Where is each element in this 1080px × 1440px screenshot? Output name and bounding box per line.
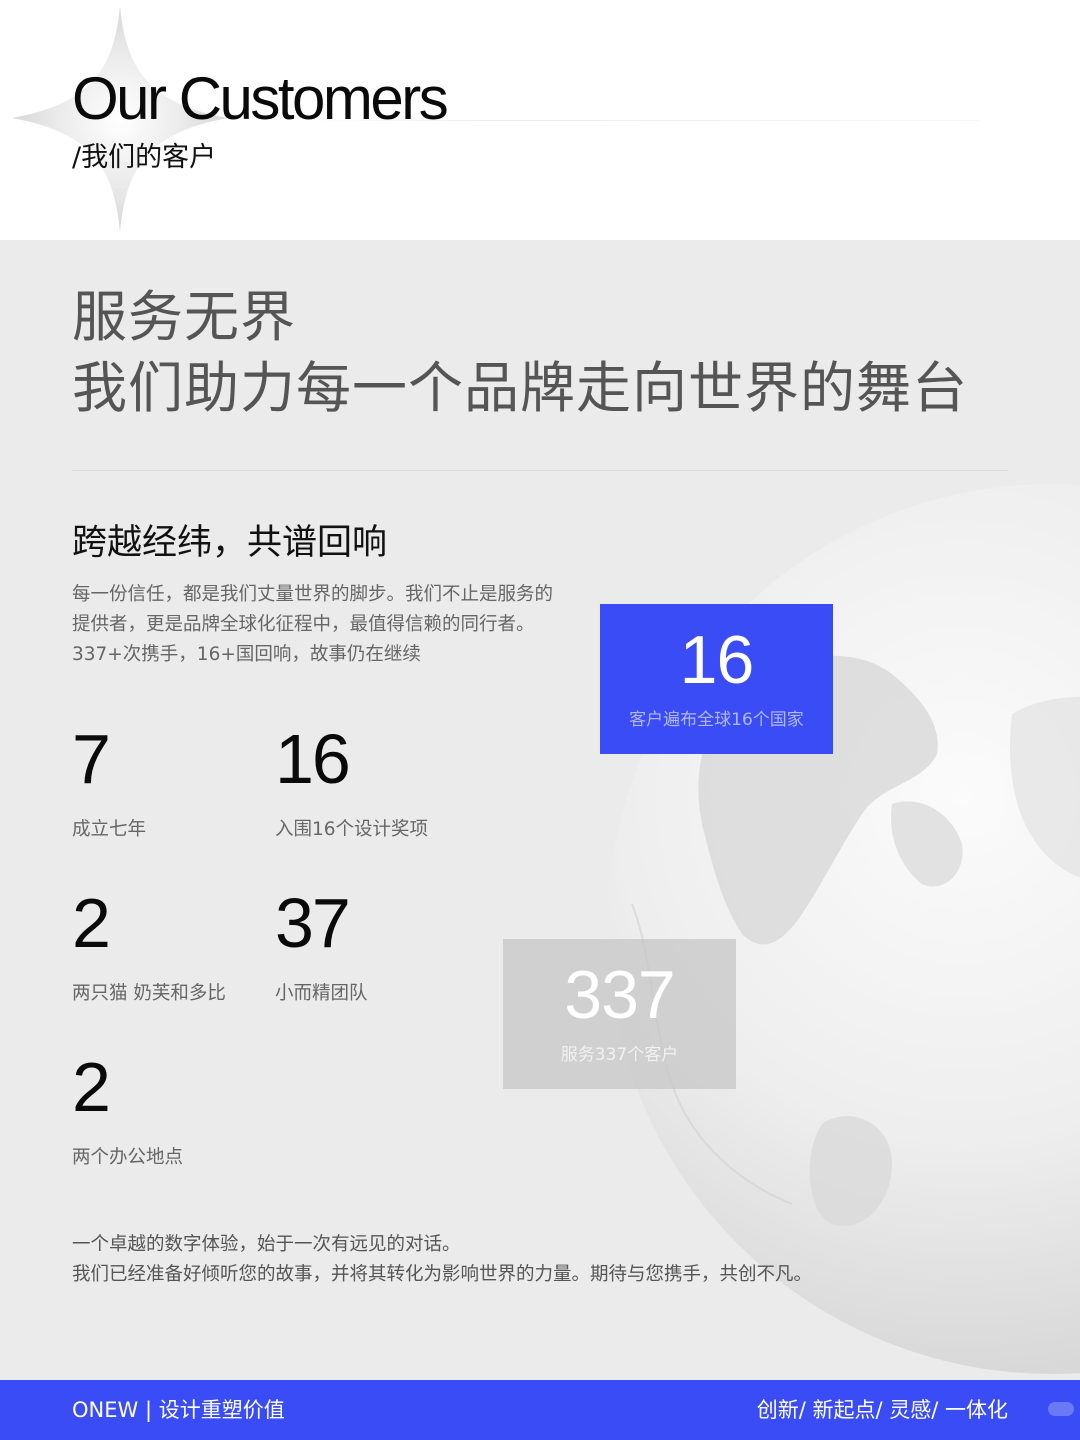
section-title: 跨越经纬，共谱回响 xyxy=(72,523,388,563)
closing-line-1: 一个卓越的数字体验，始于一次有远见的对话。 xyxy=(72,1234,461,1255)
stat-years: 7 成立七年 xyxy=(72,724,146,842)
countries-highlight-card: 16 客户遍布全球16个国家 xyxy=(600,604,833,754)
closing-line-2: 我们已经准备好倾听您的故事，并将其转化为影响世界的力量。期待与您携手，共创不凡。 xyxy=(72,1264,813,1285)
stat-label: 小而精团队 xyxy=(275,983,368,1004)
stat-value: 37 xyxy=(275,884,351,962)
stat-offices: 2 两个办公地点 xyxy=(72,1052,183,1170)
stat-label: 两只猫 奶芙和多比 xyxy=(72,983,226,1004)
customers-section: 服务无界 我们助力每一个品牌走向世界的舞台 跨越经纬，共谱回响 每一份信任，都是… xyxy=(0,240,1080,1380)
headline-line-2: 我们助力每一个品牌走向世界的舞台 xyxy=(72,356,969,420)
stat-value: 16 xyxy=(275,720,351,798)
section-description: 每一份信任，都是我们丈量世界的脚步。我们不止是服务的提供者，更是品牌全球化征程中… xyxy=(72,584,554,665)
stat-label: 入围16个设计奖项 xyxy=(275,819,429,840)
stat-value: 7 xyxy=(72,720,111,798)
headline-line-1: 服务无界 xyxy=(72,285,297,349)
headline: 服务无界 我们助力每一个品牌走向世界的舞台 xyxy=(72,282,968,424)
section-divider xyxy=(72,470,1008,471)
footer-tagline: 创新/ 新起点/ 灵感/ 一体化 xyxy=(756,1398,1008,1422)
clients-highlight-card: 337 服务337个客户 xyxy=(503,939,736,1089)
stat-value: 2 xyxy=(72,1048,111,1126)
page-title: Our Customers xyxy=(72,65,449,132)
stat-awards: 16 入围16个设计奖项 xyxy=(275,724,428,842)
highlight-value: 16 xyxy=(679,622,755,698)
highlight-value: 337 xyxy=(564,957,675,1033)
watermark-badge xyxy=(1048,1402,1074,1416)
footer-brand: ONEW | 设计重塑价值 xyxy=(72,1398,285,1422)
header: Our Customers /我们的客户 xyxy=(0,0,1080,240)
stat-cats: 2 两只猫 奶芙和多比 xyxy=(72,888,226,1006)
highlight-label: 客户遍布全球16个国家 xyxy=(629,710,804,730)
stat-team: 37 小而精团队 xyxy=(275,888,368,1006)
page-subtitle: /我们的客户 xyxy=(72,142,217,173)
stat-label: 两个办公地点 xyxy=(72,1147,184,1168)
footer-bar: ONEW | 设计重塑价值 创新/ 新起点/ 灵感/ 一体化 xyxy=(0,1380,1080,1440)
stat-value: 2 xyxy=(72,884,111,962)
highlight-label: 服务337个客户 xyxy=(560,1045,679,1065)
closing-text: 一个卓越的数字体验，始于一次有远见的对话。 我们已经准备好倾听您的故事，并将其转… xyxy=(72,1230,812,1290)
stat-label: 成立七年 xyxy=(72,819,147,840)
